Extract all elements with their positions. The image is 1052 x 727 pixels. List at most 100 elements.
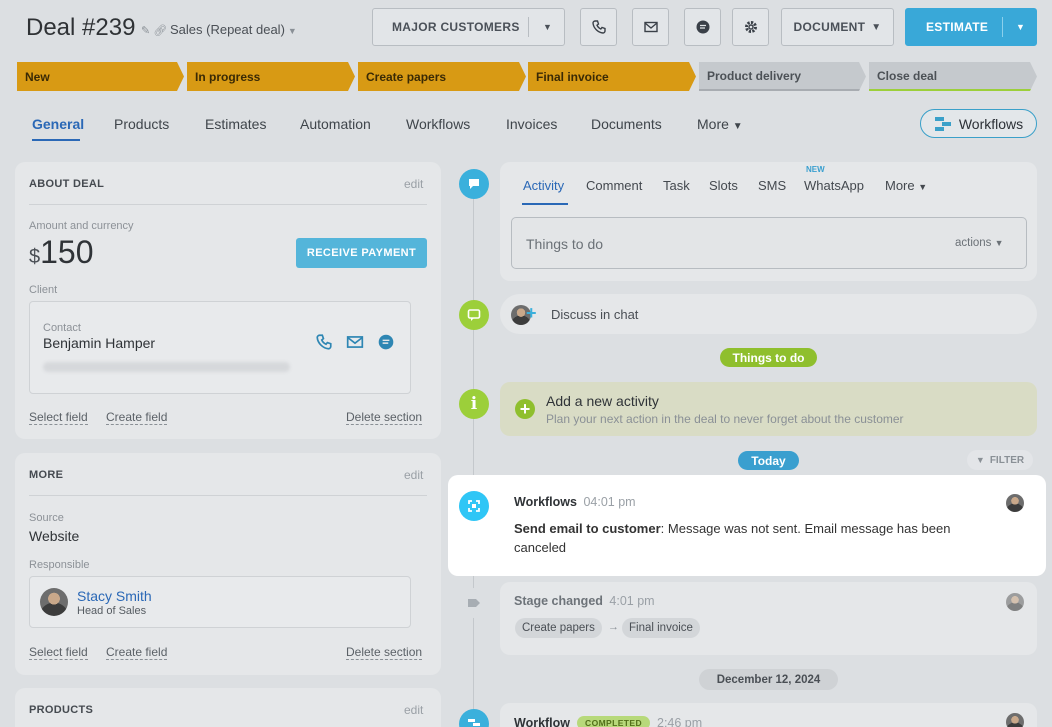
tab-products[interactable]: Products — [114, 116, 169, 132]
add-activity-card[interactable] — [500, 382, 1037, 436]
category-label: Sales (Repeat deal) — [170, 22, 285, 37]
deal-amount: $150 — [29, 234, 94, 271]
stage-product-delivery[interactable]: Product delivery — [699, 62, 866, 91]
divider — [29, 204, 427, 205]
envelope-icon — [643, 21, 658, 33]
tab-slots[interactable]: Slots — [709, 178, 738, 193]
responsible-label: Responsible — [29, 559, 90, 571]
responsible-avatar[interactable] — [40, 588, 68, 616]
blurred-contact-info — [43, 362, 290, 372]
tab-task[interactable]: Task — [663, 178, 690, 193]
stage-close-deal[interactable]: Close deal — [869, 62, 1037, 91]
estimate-button[interactable]: ESTIMATE ▼ — [905, 8, 1037, 46]
stage-to-tag: Final invoice — [622, 618, 700, 638]
about-edit-link[interactable]: edit — [404, 177, 423, 191]
workflows-button[interactable]: Workflows — [920, 109, 1037, 138]
active-tab-underline — [32, 139, 80, 141]
document-button[interactable]: DOCUMENT ▼ — [781, 8, 894, 46]
entry-avatar — [1006, 494, 1024, 512]
workflow-completed-header: Workflow COMPLETED 2:46 pm — [514, 716, 702, 727]
currency-symbol: $ — [29, 246, 41, 268]
chevron-down-icon: ▼ — [918, 182, 928, 192]
chevron-down-icon[interactable]: ▼ — [543, 22, 552, 32]
document-label: DOCUMENT — [793, 20, 866, 34]
more-heading: MORE — [29, 469, 64, 481]
new-badge: NEW — [806, 165, 825, 174]
contact-label: Contact — [43, 322, 81, 334]
delete-section-link[interactable]: Delete section — [346, 645, 423, 660]
date-divider-pill: December 12, 2024 — [699, 669, 838, 690]
tab-more[interactable]: More ▼ — [697, 116, 743, 132]
comment-icon — [469, 179, 479, 189]
tab-documents[interactable]: Documents — [591, 116, 662, 132]
entry-time: 2:46 pm — [657, 716, 703, 727]
tab-general[interactable]: General — [32, 116, 84, 132]
tab-workflows[interactable]: Workflows — [406, 116, 470, 132]
chat-circle — [459, 300, 489, 330]
phone-icon — [591, 20, 606, 34]
caret-down-icon: ▼ — [287, 26, 297, 36]
workflow-circle — [459, 709, 489, 727]
major-customers-label: MAJOR CUSTOMERS — [392, 20, 520, 34]
tab-sms[interactable]: SMS — [758, 178, 786, 193]
add-activity-title: Add a new activity — [546, 393, 659, 409]
workflow-sync-icon — [468, 500, 480, 512]
link-icon[interactable]: 🔗︎ — [153, 25, 167, 37]
tab-more-activities[interactable]: More ▼ — [885, 178, 927, 193]
actions-dropdown[interactable]: actions ▼ — [955, 237, 1004, 249]
contact-name[interactable]: Benjamin Hamper — [43, 335, 155, 351]
responsible-name[interactable]: Stacy Smith — [77, 588, 152, 604]
stage-new[interactable]: New — [17, 62, 184, 91]
create-field-link[interactable]: Create field — [106, 410, 168, 425]
funnel-icon: ▼ — [975, 455, 985, 465]
pencil-icon[interactable]: ✎ — [141, 25, 150, 37]
plus-icon[interactable]: + — [526, 303, 537, 324]
tab-whatsapp[interactable]: WhatsApp — [804, 178, 864, 193]
stage-from-tag: Create papers — [515, 618, 602, 638]
more-edit-link[interactable]: edit — [404, 468, 423, 482]
products-heading: PRODUCTS — [29, 704, 94, 716]
tab-comment[interactable]: Comment — [586, 178, 642, 193]
stage-final-invoice[interactable]: Final invoice — [528, 62, 696, 91]
stage-in-progress[interactable]: In progress — [187, 62, 355, 91]
chevron-down-icon[interactable]: ▼ — [1016, 22, 1025, 32]
email-button[interactable] — [632, 8, 669, 46]
stage-circle — [459, 588, 489, 618]
products-edit-link[interactable]: edit — [404, 703, 423, 717]
today-pill: Today — [738, 451, 799, 470]
stage-changed-time: 4:01 pm — [609, 594, 655, 608]
title-tools[interactable]: ✎ 🔗︎ — [141, 24, 167, 37]
select-field-link[interactable]: Select field — [29, 410, 88, 425]
receive-payment-button[interactable]: RECEIVE PAYMENT — [296, 238, 427, 268]
contact-phone-icon[interactable] — [315, 333, 333, 351]
chat-button[interactable] — [684, 8, 721, 46]
timeline-line — [473, 196, 474, 727]
delete-section-link[interactable]: Delete section — [346, 410, 423, 425]
tab-estimates[interactable]: Estimates — [205, 116, 266, 132]
contact-chat-icon[interactable] — [377, 333, 395, 351]
discuss-label: Discuss in chat — [551, 307, 639, 322]
workflow-icon — [468, 719, 480, 726]
things-to-do-placeholder: Things to do — [526, 236, 604, 252]
completed-badge: COMPLETED — [577, 716, 650, 727]
create-field-link[interactable]: Create field — [106, 645, 168, 660]
tab-activity[interactable]: Activity — [523, 178, 564, 193]
add-plus-icon[interactable]: + — [515, 399, 535, 419]
activity-circle — [459, 169, 489, 199]
deal-category-select[interactable]: Sales (Repeat deal) ▼ — [170, 22, 297, 37]
entry-author: Workflow — [514, 716, 571, 727]
select-field-link[interactable]: Select field — [29, 645, 88, 660]
settings-button[interactable] — [732, 8, 769, 46]
tab-automation[interactable]: Automation — [300, 116, 371, 132]
contact-email-icon[interactable] — [346, 333, 364, 351]
amount-value: 150 — [40, 234, 94, 270]
filter-button[interactable]: ▼ FILTER — [967, 450, 1033, 470]
major-customers-button[interactable]: MAJOR CUSTOMERS ▼ — [372, 8, 565, 46]
stage-avatar — [1006, 593, 1024, 611]
tag-icon — [468, 599, 480, 607]
stage-create-papers[interactable]: Create papers — [358, 62, 526, 91]
tab-invoices[interactable]: Invoices — [506, 116, 557, 132]
call-button[interactable] — [580, 8, 617, 46]
active-tab-underline — [522, 203, 568, 205]
client-label: Client — [29, 284, 58, 296]
